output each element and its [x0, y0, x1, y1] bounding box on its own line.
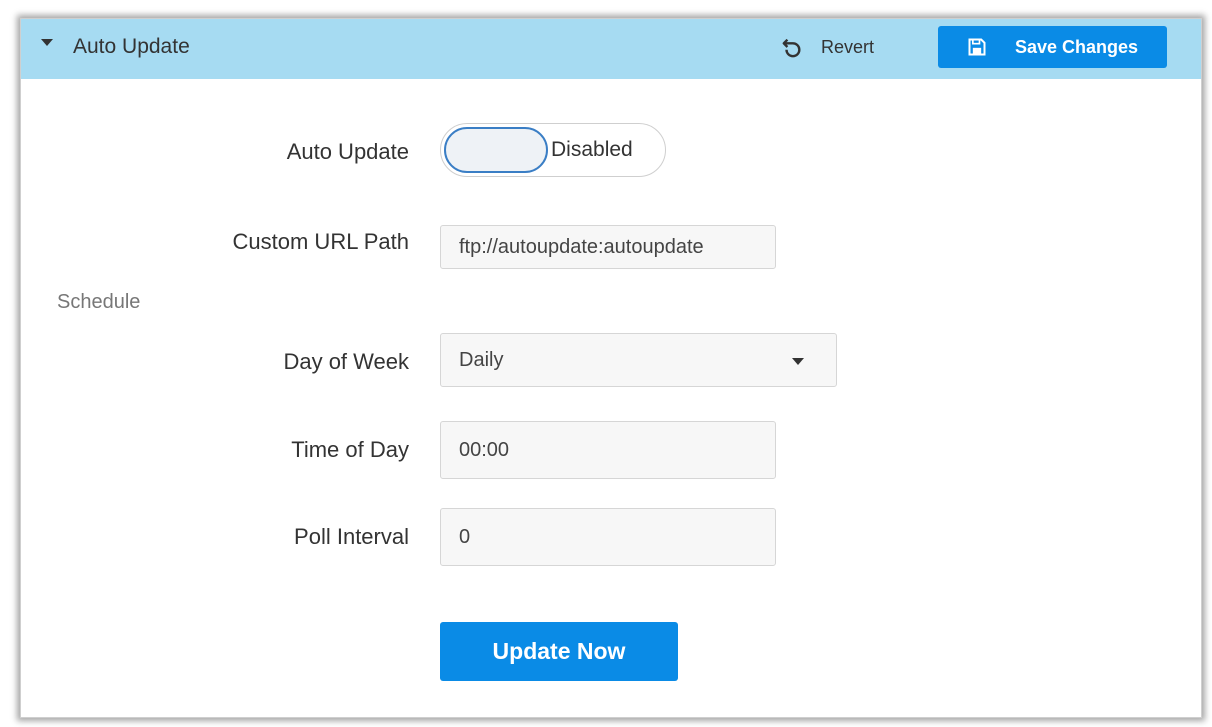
- day-of-week-select[interactable]: Daily: [440, 333, 837, 387]
- time-of-day-label: Time of Day: [291, 437, 409, 462]
- panel-title: Auto Update: [73, 35, 190, 58]
- toggle-knob: [444, 127, 548, 173]
- auto-update-label: Auto Update: [286, 139, 409, 164]
- caret-down-icon[interactable]: [41, 39, 53, 46]
- save-changes-label: Save Changes: [1014, 36, 1139, 57]
- panel-header: Auto Update Revert Save Changes: [21, 19, 1201, 79]
- update-now-button[interactable]: Update Now: [440, 622, 678, 681]
- custom-url-input[interactable]: ftp://autoupdate:autoupdate: [440, 225, 776, 269]
- chevron-down-icon: [792, 358, 804, 365]
- auto-update-panel: Auto Update Revert Save Changes Auto Upd…: [20, 18, 1202, 718]
- day-of-week-value: Daily: [459, 349, 504, 371]
- schedule-section-label: Schedule: [57, 291, 141, 313]
- revert-button[interactable]: Revert: [781, 32, 874, 62]
- auto-update-toggle[interactable]: Disabled: [440, 123, 666, 177]
- save-changes-button[interactable]: Save Changes: [938, 26, 1167, 68]
- poll-interval-input[interactable]: 0: [440, 508, 776, 566]
- undo-icon: [782, 38, 801, 58]
- time-of-day-input[interactable]: 00:00: [440, 421, 776, 479]
- poll-interval-label: Poll Interval: [294, 524, 409, 549]
- toggle-state-label: Disabled: [551, 138, 633, 161]
- revert-label: Revert: [821, 36, 875, 57]
- floppy-disk-icon: [968, 38, 986, 56]
- custom-url-label: Custom URL Path: [232, 229, 409, 254]
- day-of-week-label: Day of Week: [283, 349, 409, 374]
